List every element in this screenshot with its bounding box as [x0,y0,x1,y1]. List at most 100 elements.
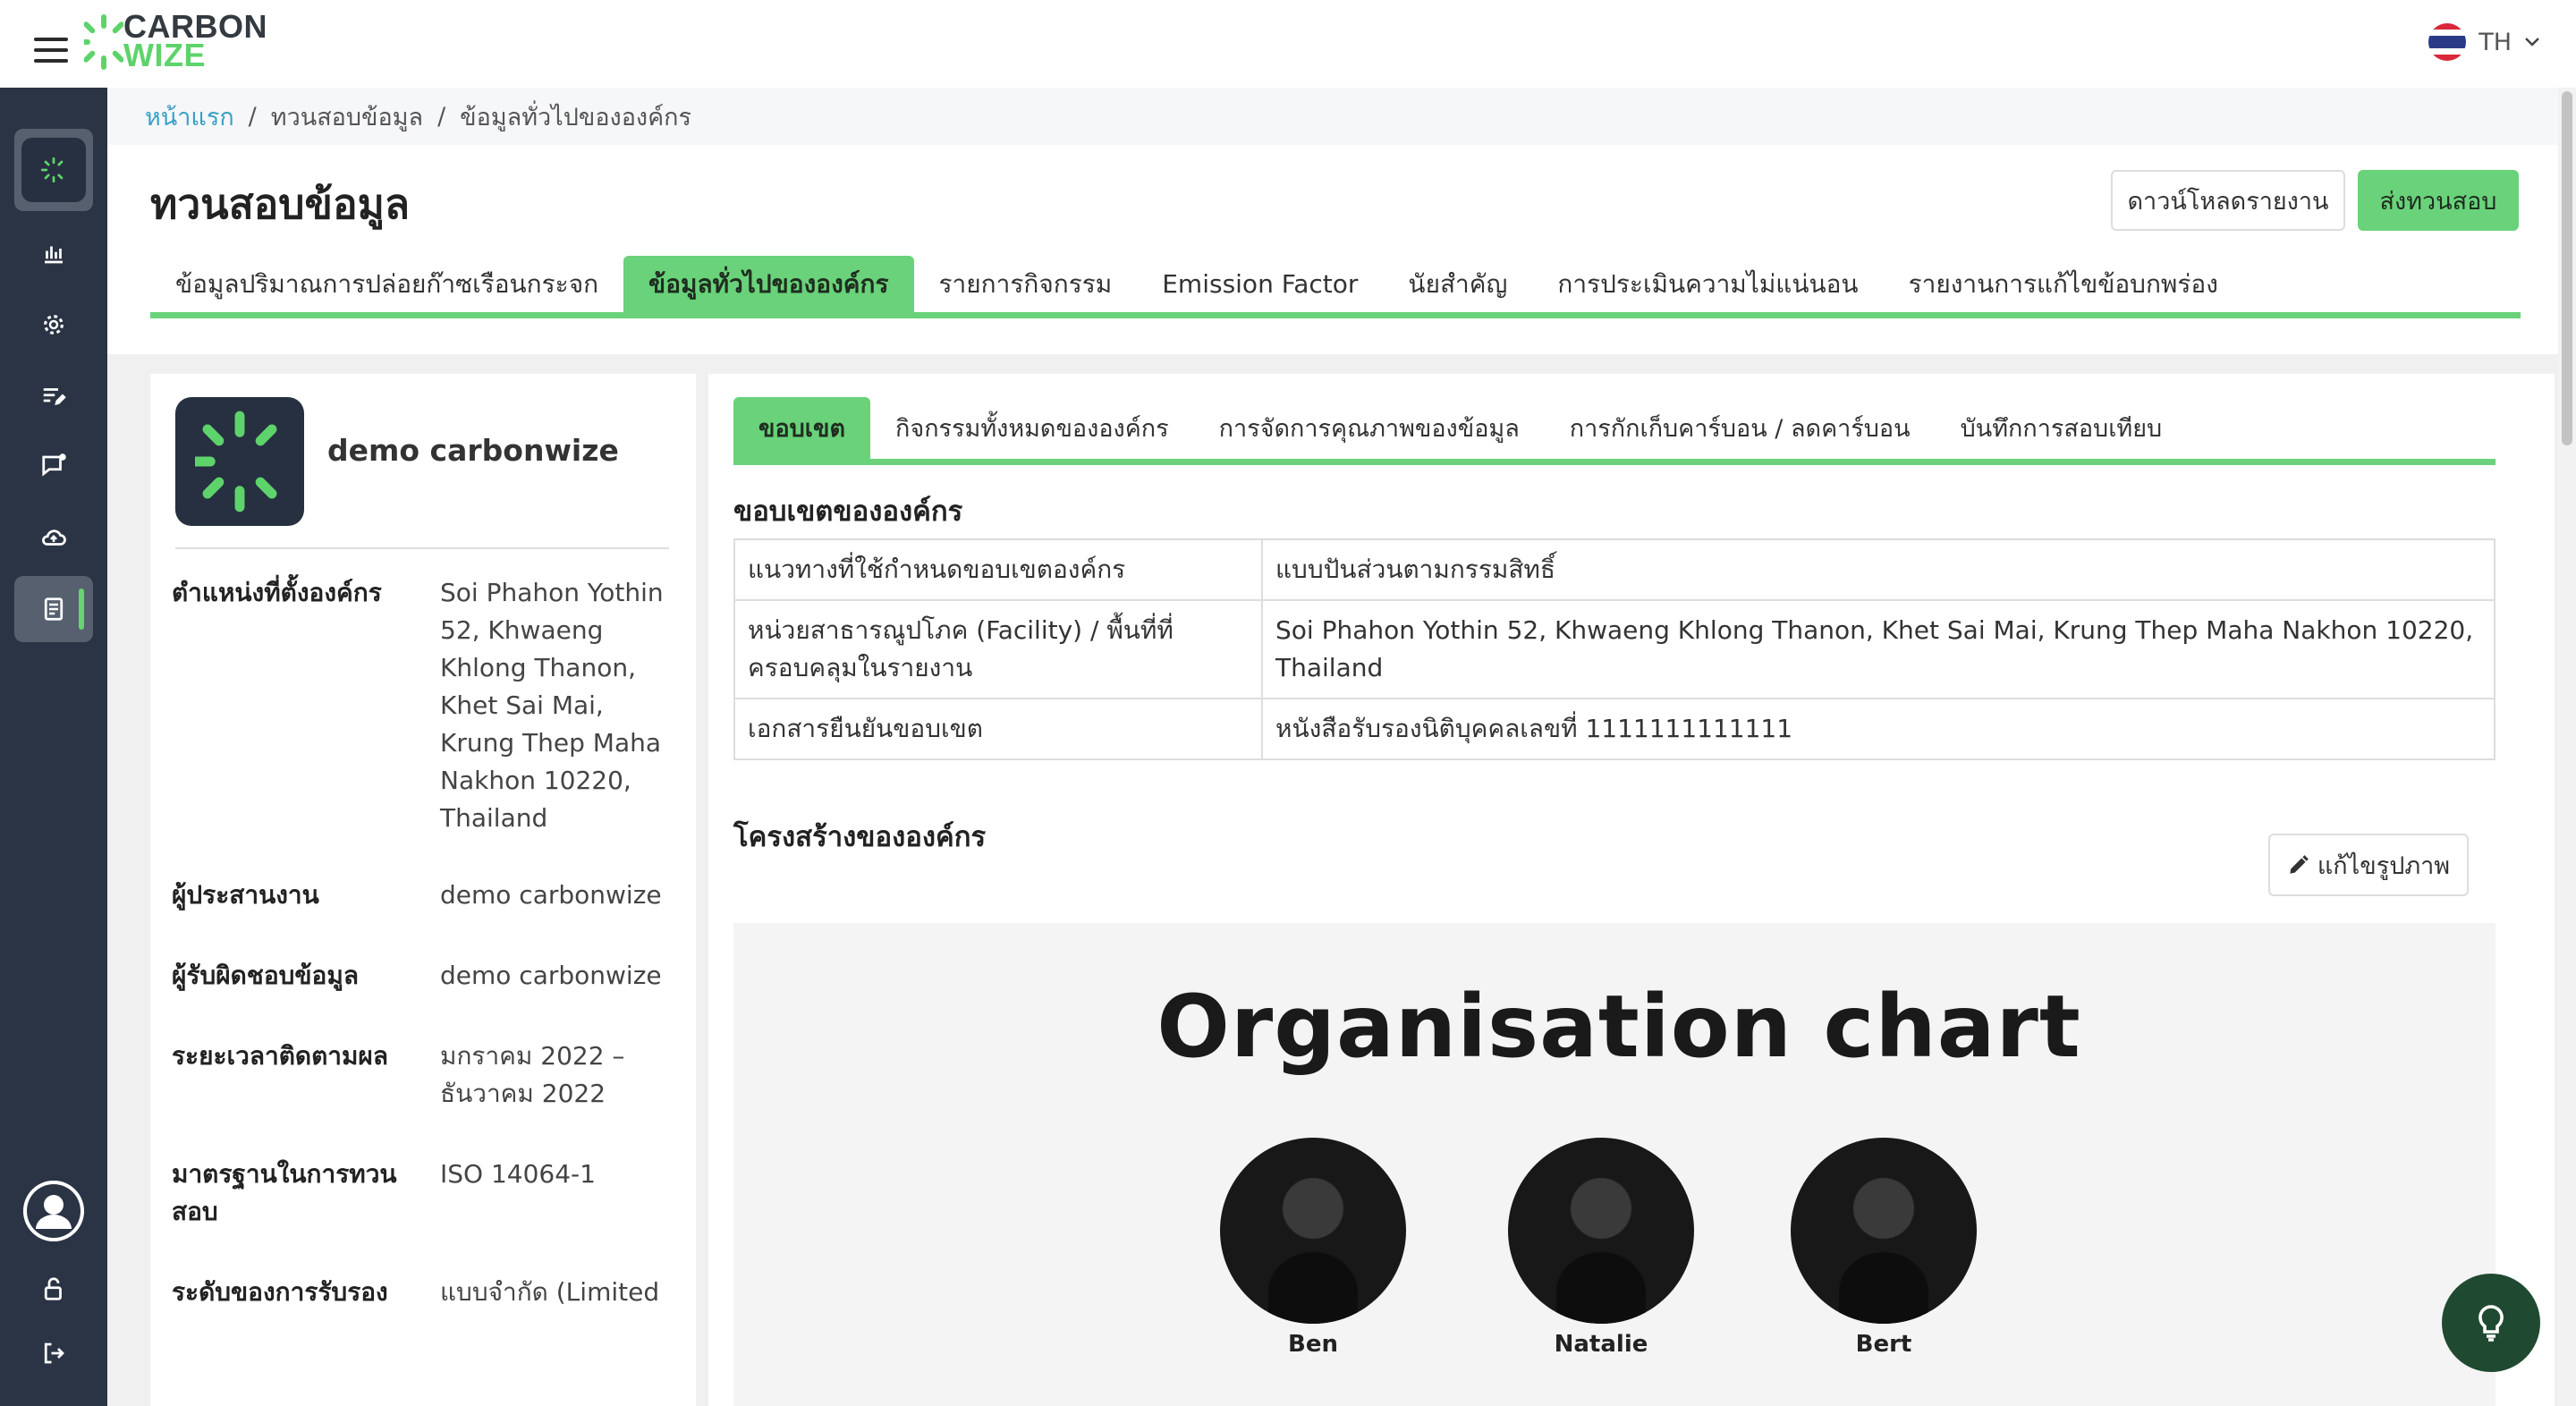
org-summary-card: demo carbonwize ตำแหน่งที่ตั้งองค์กร Soi… [150,374,696,1406]
org-detail-period: ระยะเวลาติดตามผล มกราคม 2022 – ธันวาคม 2… [172,1038,682,1113]
table-cell-value: แบบปันส่วนตามกรรมสิทธิ์ [1261,538,2496,601]
content-area: demo carbonwize ตำแหน่งที่ตั้งองค์กร Soi… [107,354,2558,1406]
detail-value: Soi Phahon Yothin 52, Khwaeng Khlong Tha… [440,578,664,833]
sidebar-item-cloud[interactable] [14,504,93,571]
person-photo [1508,1138,1694,1324]
table-cell-label: เอกสารยืนยันขอบเขต [733,698,1263,760]
tab-activities[interactable]: รายการกิจกรรม [914,256,1138,312]
sidebar-item-charts[interactable] [14,220,93,286]
sidebar [0,88,107,1406]
bar-chart-icon [45,246,63,264]
settings-gear-icon [44,315,64,335]
breadcrumb: หน้าแรก / ทวนสอบข้อมูล / ข้อมูลทั่วไปของ… [107,88,2558,145]
org-logo-icon [175,397,304,526]
submit-verification-button[interactable]: ส่งทวนสอบ [2358,170,2519,231]
tab-corrective-report[interactable]: รายงานการแก้ไขข้อบกพร่อง [1884,256,2243,312]
breadcrumb-current: ข้อมูลทั่วไปขององค์กร [460,103,692,131]
tab-org-general-info[interactable]: ข้อมูลทั่วไปขององค์กร [623,256,914,312]
table-row: แนวทางที่ใช้กำหนดขอบเขตองค์กร แบบปันส่วน… [733,538,2496,601]
tab-significance[interactable]: นัยสำคัญ [1383,256,1532,312]
logo-line2: WIZE [123,37,206,73]
breadcrumb-separator: / [437,102,446,131]
download-report-button[interactable]: ดาวน์โหลดรายงาน [2111,170,2345,231]
scope-table: แนวทางที่ใช้กำหนดขอบเขตองค์กร แบบปันส่วน… [733,538,2496,760]
person-photo [1791,1138,1977,1324]
chat-icon [42,453,66,477]
tab-uncertainty[interactable]: การประเมินความไม่แน่นอน [1532,256,1883,312]
breadcrumb-verification-link[interactable]: ทวนสอบข้อมูล [271,97,423,136]
vertical-scrollbar[interactable] [2558,88,2576,1406]
sidebar-item-lock[interactable] [14,1256,93,1322]
structure-section-title: โครงสร้างขององค์กร [733,821,987,853]
pencil-icon [2290,855,2309,874]
thai-flag-icon [2428,23,2467,61]
tab-ghg-emissions[interactable]: ข้อมูลปริมาณการปล่อยก๊าซเรือนกระจก [150,256,623,312]
tab-emission-factor[interactable]: Emission Factor [1137,256,1383,312]
sidebar-item-entries[interactable] [14,363,93,429]
person-name: Ben [1288,1331,1338,1358]
sub-tabs: ขอบเขต กิจกรรมทั้งหมดขององค์กร การจัดการ… [733,397,2496,465]
help-fab-button[interactable] [2442,1274,2540,1372]
table-row: เอกสารยืนยันขอบเขต หนังสือรับรองนิติบุคค… [733,698,2496,760]
subtab-calibration-log[interactable]: บันทึกการสอบเทียบ [1936,397,2188,459]
detail-value: มกราคม 2022 – ธันวาคม 2022 [440,1041,625,1108]
main-area: หน้าแรก / ทวนสอบข้อมูล / ข้อมูลทั่วไปของ… [107,88,2558,1406]
detail-label: ระยะเวลาติดตามผล [172,1041,388,1071]
user-avatar-icon[interactable] [23,1181,84,1241]
report-document-icon [44,597,64,621]
sidebar-item-messages[interactable] [14,433,93,499]
org-name: demo carbonwize [327,433,619,468]
detail-value: แบบจำกัด (Limited [440,1277,660,1307]
org-detail-coordinator: ผู้ประสานงาน demo carbonwize [172,877,682,914]
subtab-all-activities[interactable]: กิจกรรมทั้งหมดขององค์กร [870,397,1194,459]
main-tabs: ข้อมูลปริมาณการปล่อยก๊าซเรือนกระจก ข้อมู… [150,256,2521,318]
divider [175,547,669,549]
unlock-icon [44,1277,62,1300]
detail-label: ระดับของการรับรอง [172,1277,388,1307]
sidebar-item-verification[interactable] [14,576,93,642]
org-detail-location: ตำแหน่งที่ตั้งองค์กร Soi Phahon Yothin 5… [172,574,682,837]
dashboard-logo-icon [21,138,86,202]
org-detail-standard: มาตรฐานในการทวนสอบ ISO 14064-1 [172,1156,682,1231]
language-selector[interactable]: TH [2428,23,2540,61]
top-bar: CARBON WIZE TH [0,0,2576,88]
page-title: ทวนสอบข้อมูล [150,180,411,228]
detail-value: demo carbonwize [440,961,662,990]
detail-value: demo carbonwize [440,880,662,910]
carbonwize-logo[interactable]: CARBON WIZE [84,11,272,73]
subtab-data-quality[interactable]: การจัดการคุณภาพของข้อมูล [1194,397,1545,459]
breadcrumb-home-link[interactable]: หน้าแรก [145,97,234,136]
breadcrumb-separator: / [248,102,257,131]
detail-value: ISO 14064-1 [440,1159,596,1189]
lightbulb-icon [2479,1305,2504,1342]
sidebar-item-dashboard[interactable] [14,129,93,211]
scope-section-title: ขอบเขตขององค์กร [733,495,963,528]
detail-label: ตำแหน่งที่ตั้งองค์กร [172,578,382,607]
sidebar-item-settings[interactable] [14,292,93,358]
logo-text: CARBON WIZE [123,11,267,73]
table-cell-label: แนวทางที่ใช้กำหนดขอบเขตองค์กร [733,538,1263,601]
cloud-upload-icon [42,529,66,546]
person-card: Ben [1220,1138,1408,1358]
detail-label: มาตรฐานในการทวนสอบ [172,1159,397,1226]
org-chart-title: Organisation chart [1157,977,2081,1077]
hamburger-menu-icon[interactable] [34,38,68,63]
org-detail-assurance-level: ระดับของการรับรอง แบบจำกัด (Limited [172,1274,682,1311]
table-cell-value: หนังสือรับรองนิติบุคคลเลขที่ 11111111111… [1261,698,2496,760]
person-card: Bert [1791,1138,1979,1358]
sidebar-item-logout[interactable] [14,1320,93,1386]
org-chart-image: Organisation chart Ben Natalie Bert [733,923,2496,1406]
edit-list-icon [43,388,66,405]
active-indicator [79,589,84,630]
person-name: Bert [1855,1331,1912,1358]
language-code: TH [2479,28,2512,56]
person-name: Natalie [1554,1331,1648,1358]
detail-label: ผู้รับผิดชอบข้อมูล [172,961,359,990]
org-detail-card: ขอบเขต กิจกรรมทั้งหมดขององค์กร การจัดการ… [708,374,2555,1406]
scrollbar-thumb[interactable] [2562,91,2572,445]
edit-image-button[interactable]: แก้ไขรูปภาพ [2268,834,2469,896]
subtab-scope[interactable]: ขอบเขต [733,397,871,459]
chevron-down-icon [2525,38,2539,47]
person-photo [1220,1138,1406,1324]
subtab-carbon-removal[interactable]: การกักเก็บคาร์บอน / ลดคาร์บอน [1545,397,1936,459]
